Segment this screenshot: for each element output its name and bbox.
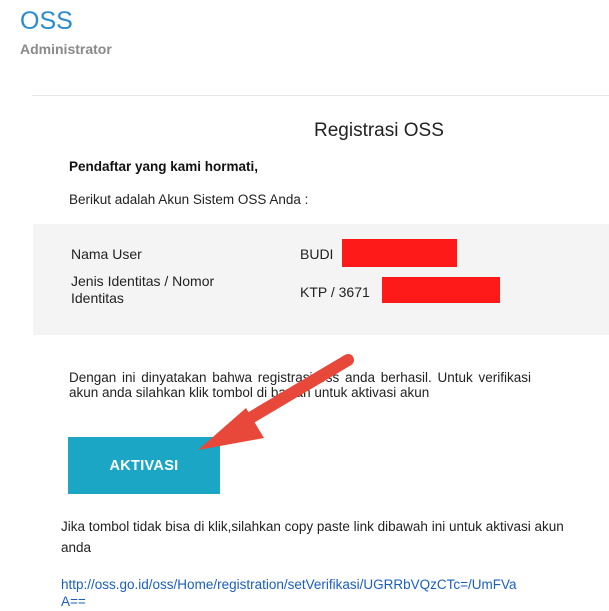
- user-name-label: Nama User: [71, 246, 142, 262]
- verification-link[interactable]: http://oss.go.id/oss/Home/registration/s…: [61, 576, 521, 610]
- intro-text: Berikut adalah Akun Sistem OSS Anda :: [69, 192, 309, 207]
- fallback-instructions: Jika tombol tidak bisa di klik,silahkan …: [61, 519, 564, 555]
- user-name-value: BUDI: [300, 246, 334, 262]
- identity-value: KTP / 3671: [300, 284, 370, 300]
- redaction-box-identity: [382, 277, 500, 303]
- email-title: Registrasi OSS: [314, 120, 444, 141]
- redaction-box-user: [342, 239, 457, 267]
- email-view: OSS Administrator Registrasi OSS Pendaft…: [0, 0, 609, 611]
- activate-button[interactable]: AKTIVASI: [68, 437, 220, 494]
- confirmation-text: Dengan ini dinyatakan bahwa registrasi o…: [69, 370, 531, 400]
- header-divider: [32, 95, 609, 96]
- sender-name: OSS: [20, 7, 73, 35]
- sender-role: Administrator: [20, 41, 112, 57]
- sender-header: OSS Administrator: [20, 7, 112, 57]
- salutation: Pendaftar yang kami hormati,: [69, 159, 259, 174]
- identity-label: Jenis Identitas / Nomor Identitas: [71, 273, 215, 306]
